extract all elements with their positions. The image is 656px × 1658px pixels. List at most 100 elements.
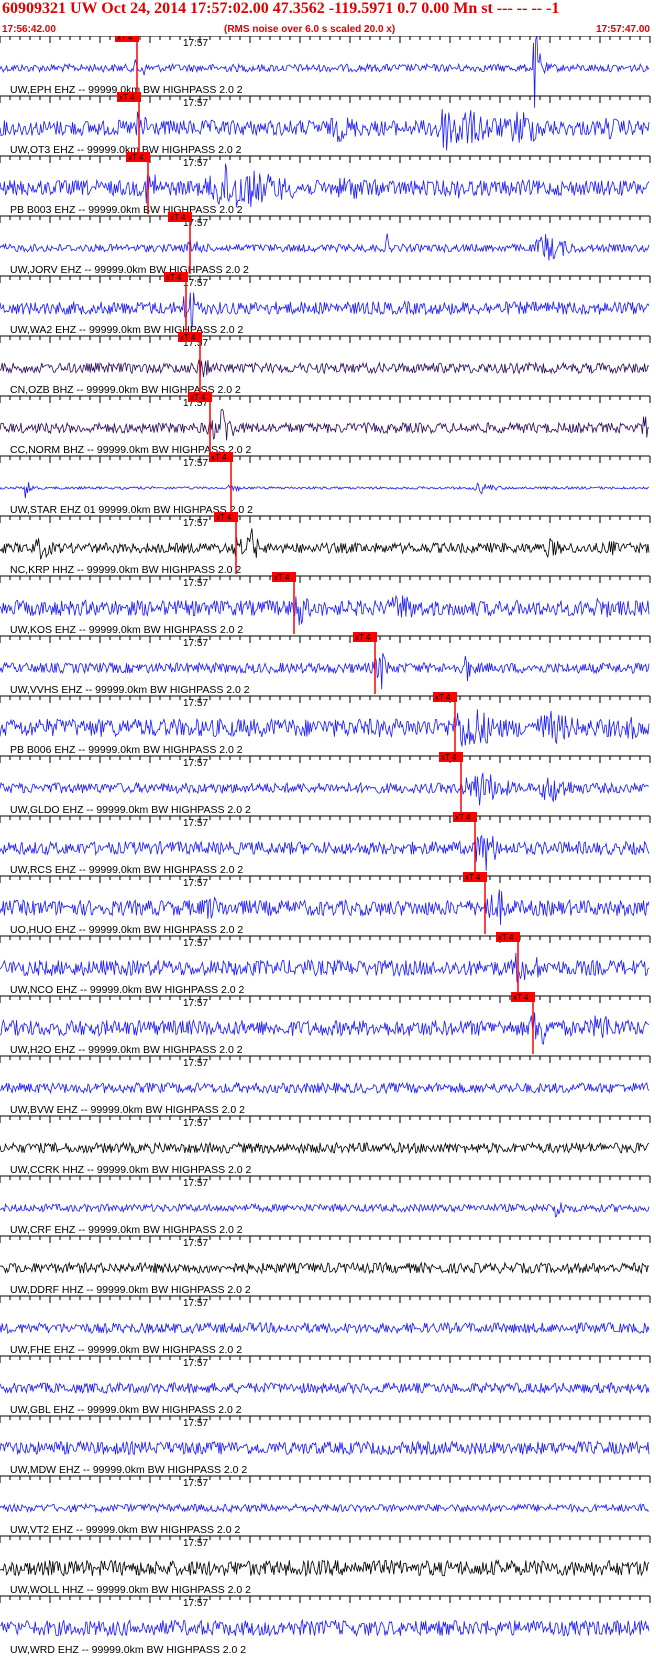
minute-tick-label: 17:57 (183, 1418, 208, 1429)
pick-label: xT 4 (441, 753, 457, 762)
station-label: UW,RCS EHZ -- 99999.0km BW HIGHPASS 2.0 … (10, 864, 243, 876)
waveform-trace (0, 359, 650, 377)
trace-row: 17:57 UW,VT2 EHZ -- 99999.0km BW HIGHPASS… (0, 1475, 651, 1536)
trace-row: 17:57 PB B003 EHZ -- 99999.0km BW HIGHPAS… (0, 152, 651, 216)
station-label: UW,VVHS EHZ -- 99999.0km BW HIGHPASS 2.0… (10, 684, 250, 696)
waveform-trace (0, 1141, 650, 1155)
station-label: UO,HUO EHZ -- 99999.0km BW HIGHPASS 2.0 … (10, 924, 243, 936)
station-label: UW,WRD EHZ -- 99999.0km BW HIGHPASS 2.0 … (10, 1644, 246, 1656)
waveform-trace (0, 1012, 650, 1046)
station-label: UW,WOLL HHZ -- 99999.0km BW HIGHPASS 2.0… (10, 1584, 251, 1596)
minute-tick-label: 17:57 (183, 878, 208, 889)
station-label: UW,KOS EHZ -- 99999.0km BW HIGHPASS 2.0 … (10, 624, 243, 636)
trace-row: 17:57 UW,BVW EHZ -- 99999.0km BW HIGHPASS… (0, 1055, 651, 1116)
trace-row: 17:57 UW,DDRF HHZ -- 99999.0km BW HIGHPAS… (0, 1235, 651, 1296)
pick-label: xT 4 (355, 633, 371, 642)
station-label: UW,GLDO EHZ -- 99999.0km BW HIGHPASS 2.0… (10, 804, 251, 816)
trace-row: 17:57 UW,FHE EHZ -- 99999.0km BW HIGHPASS… (0, 1295, 651, 1356)
trace-row: 17:57UW,EPH EHZ -- 99999.0km BW HIGHPASS… (0, 36, 651, 108)
trace-row: 17:57 NC,KRP HHZ -- 99999.0km BW HIGHPASS… (0, 512, 651, 576)
pick-label: xT 4 (435, 693, 451, 702)
minute-tick-label: 17:57 (183, 158, 208, 169)
pick-label: xT 4 (190, 393, 206, 402)
minute-tick-label: 17:57 (183, 638, 208, 649)
station-label: UW,GBL EHZ -- 99999.0km BW HIGHPASS 2.0 … (10, 1404, 242, 1416)
waveform-trace (0, 1502, 650, 1514)
pick-label: xT 4 (180, 333, 196, 342)
minute-tick-label: 17:57 (183, 1358, 208, 1369)
station-label: UW,CCRK HHZ -- 99999.0km BW HIGHPASS 2.0… (10, 1164, 252, 1176)
trace-row: 17:57UW,STAR EHZ 01 99999.0km BW HIGHPAS… (0, 452, 651, 516)
minute-tick-label: 17:57 (183, 758, 208, 769)
station-label: UW,FHE EHZ -- 99999.0km BW HIGHPASS 2.0 … (10, 1344, 242, 1356)
minute-tick-label: 17:57 (183, 698, 208, 709)
minute-tick-label: 17:57 (183, 1598, 208, 1609)
trace-row: 17:57 UW,CCRK HHZ -- 99999.0km BW HIGHPAS… (0, 1115, 651, 1176)
trace-row: 17:57 UW,GBL EHZ -- 99999.0km BW HIGHPASS… (0, 1355, 651, 1416)
waveform-trace (0, 1261, 650, 1275)
waveform-trace (0, 1618, 650, 1637)
minute-tick-label: 17:57 (183, 818, 208, 829)
pick-label: xT 4 (117, 36, 133, 42)
pick-label: xT 4 (465, 873, 481, 882)
scaling-note: (RMS noise over 6.0 s scaled 20.0 x) (224, 24, 396, 35)
pick-label: xT 4 (513, 993, 529, 1002)
trace-row: 17:57 UW,RCS EHZ -- 99999.0km BW HIGHPASS… (0, 812, 651, 876)
trace-row: 17:57CN,OZB BHZ -- 99999.0km BW HIGHPASS… (0, 332, 651, 396)
header: 60909321 UW Oct 24, 2014 17:57:02.00 47.… (0, 0, 656, 40)
minute-tick-label: 17:57 (183, 458, 208, 469)
minute-tick-label: 17:57 (183, 578, 208, 589)
waveform-trace (0, 594, 650, 626)
waveform-trace (0, 1202, 650, 1218)
station-label: UW,DDRF HHZ -- 99999.0km BW HIGHPASS 2.0… (10, 1284, 251, 1296)
trace-row: 17:57 UW,WOLL HHZ -- 99999.0km BW HIGHPAS… (0, 1535, 651, 1596)
trace-row: 17:57 UW,MDW EHZ -- 99999.0km BW HIGHPASS… (0, 1415, 651, 1476)
minute-tick-label: 17:57 (183, 1238, 208, 1249)
end-time: 17:57:47.00 (596, 24, 650, 35)
minute-tick-label: 17:57 (183, 938, 208, 949)
pick-label: xT 4 (119, 93, 135, 102)
station-label: UW,JORV EHZ -- 99999.0km BW HIGHPASS 2.0… (10, 264, 249, 276)
minute-tick-label: 17:57 (183, 1058, 208, 1069)
trace-row: 17:57 UW,VVHS EHZ -- 99999.0km BW HIGHPAS… (0, 632, 651, 696)
pick-label: xT 4 (166, 273, 182, 282)
waveform-trace (0, 709, 650, 747)
waveform-trace (0, 1559, 650, 1578)
minute-tick-label: 17:57 (183, 98, 208, 109)
station-label: NC,KRP HHZ -- 99999.0km BW HIGHPASS 2.0 … (10, 564, 241, 576)
waveform-trace (0, 163, 650, 208)
trace-row: 17:57UW,WA2 EHZ -- 99999.0km BW HIGHPASS… (0, 272, 651, 336)
waveform-trace (0, 408, 650, 441)
trace-row: 17:57 UW,GLDO EHZ -- 99999.0km BW HIGHPAS… (0, 752, 651, 816)
station-label: UW,OT3 EHZ -- 99999.0km BW HIGHPASS 2.0 … (10, 144, 242, 156)
waveform-trace (0, 952, 650, 983)
station-label: UW,WA2 EHZ -- 99999.0km BW HIGHPASS 2.0 … (10, 324, 244, 336)
trace-row: 17:57 UW,CRF EHZ -- 99999.0km BW HIGHPASS… (0, 1175, 651, 1236)
event-title: 60909321 UW Oct 24, 2014 17:57:02.00 47.… (2, 0, 560, 17)
station-label: UW,MDW EHZ -- 99999.0km BW HIGHPASS 2.0 … (10, 1464, 247, 1476)
minute-tick-label: 17:57 (183, 1118, 208, 1129)
trace-row: 17:57 PB B006 EHZ -- 99999.0km BW HIGHPAS… (0, 692, 651, 756)
station-label: PB B006 EHZ -- 99999.0km BW HIGHPASS 2.0… (10, 744, 243, 756)
minute-tick-label: 17:57 (183, 518, 208, 529)
waveform-trace (0, 889, 650, 925)
trace-row: 17:57 UO,HUO EHZ -- 99999.0km BW HIGHPASS… (0, 872, 651, 936)
minute-tick-label: 17:57 (183, 1538, 208, 1549)
pick-label: xT 4 (274, 573, 290, 582)
minute-tick-label: 17:57 (183, 38, 208, 49)
trace-row: 17:57 UW,WRD EHZ -- 99999.0km BW HIGHPASS… (0, 1595, 651, 1656)
minute-tick-label: 17:57 (183, 998, 208, 1009)
pick-label: xT 4 (170, 213, 186, 222)
start-time: 17:56:42.00 (2, 24, 56, 35)
minute-tick-label: 17:57 (183, 1478, 208, 1489)
waveform-trace (0, 528, 650, 560)
waveform-trace (0, 36, 650, 108)
waveform-trace (0, 1440, 650, 1456)
pick-label: xT 4 (211, 453, 227, 462)
pick-label: xT 4 (498, 933, 514, 942)
station-label: UW,VT2 EHZ -- 99999.0km BW HIGHPASS 2.0 … (10, 1524, 240, 1536)
trace-row: 17:57 UW,NCO EHZ -- 99999.0km BW HIGHPASS… (0, 932, 651, 996)
trace-row: 17:57CC,NORM BHZ -- 99999.0km BW HIGHPAS… (0, 392, 651, 456)
pick-label: xT 4 (216, 513, 232, 522)
station-label: UW,H2O EHZ -- 99999.0km BW HIGHPASS 2.0 … (10, 1044, 243, 1056)
